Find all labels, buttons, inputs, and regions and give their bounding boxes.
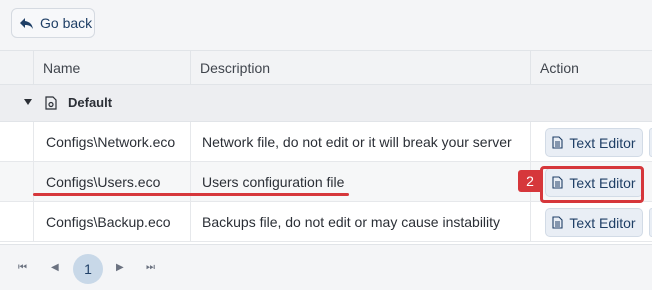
go-back-label: Go back [40,15,93,31]
group-label: Default [68,95,113,110]
file-description: Backups file, do not edit or may cause i… [202,214,501,230]
header-description[interactable]: Description [190,51,530,85]
file-description: Network file, do not edit or it will bre… [202,134,512,150]
file-description: Users configuration file [202,174,345,190]
document-icon [552,216,563,229]
step-badge: 2 [518,170,542,192]
prev-page-icon[interactable]: ◀ [51,262,59,273]
row-divider [33,162,34,202]
header-expander-column [0,51,33,85]
file-name: Configs\Backup.eco [46,214,171,230]
table-row: Configs\Backup.eco Backups file, do not … [0,202,652,242]
header-name[interactable]: Name [33,51,190,85]
annotation-highlight-box [540,166,644,203]
row-divider [33,122,34,162]
row-divider [190,162,191,202]
annotation-underline [33,193,349,196]
row-divider [190,202,191,242]
go-back-button[interactable]: Go back [11,8,95,38]
row-divider [190,122,191,162]
text-editor-button[interactable]: Text Editor [545,128,643,157]
files-grid: Name Description Action Default Configs\… [0,50,652,244]
top-toolbar: Go back [0,0,652,46]
file-name: Configs\Network.eco [46,134,176,150]
file-name: Configs\Users.eco [46,174,161,190]
last-page-icon[interactable]: ⏭ [146,262,155,273]
text-editor-button[interactable]: Text Editor [545,208,643,237]
first-page-icon[interactable]: ⏮ [18,262,27,273]
page-number-button[interactable]: 1 [73,254,103,284]
row-divider [530,202,531,242]
group-row-default[interactable]: Default [0,85,652,122]
back-arrow-icon [20,17,33,29]
header-action[interactable]: Action [530,51,652,85]
next-page-icon[interactable]: ▶ [116,262,124,273]
row-divider [33,202,34,242]
text-editor-label: Text Editor [569,134,636,151]
grid-header: Name Description Action [0,51,652,85]
collapse-caret-icon[interactable] [24,99,32,105]
table-row: Configs\Network.eco Network file, do not… [0,122,652,162]
row-divider [530,122,531,162]
gear-file-icon [45,96,57,110]
document-icon [552,136,563,149]
text-editor-label: Text Editor [569,214,636,231]
